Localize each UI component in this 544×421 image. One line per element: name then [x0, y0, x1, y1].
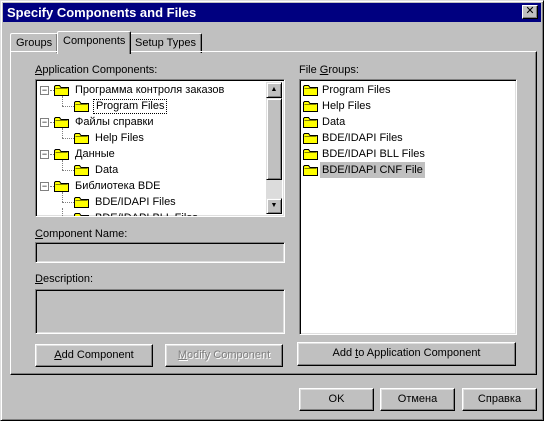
- tree-item[interactable]: BDE/IDAPI Files: [36, 192, 264, 210]
- list-item[interactable]: Program Files: [300, 82, 512, 98]
- list-item[interactable]: BDE/IDAPI Files: [300, 130, 512, 146]
- tree-connector: [62, 138, 74, 139]
- folder-icon: [54, 84, 70, 96]
- components-tree[interactable]: − Программа контроля заказов Program Files…: [35, 79, 285, 217]
- collapse-icon[interactable]: −: [40, 182, 49, 191]
- tree-connector: [62, 106, 74, 107]
- cancel-button[interactable]: Отмена: [380, 388, 455, 411]
- component-name-label: Component Name:: [35, 228, 128, 240]
- folder-icon: [54, 116, 70, 128]
- tree-item[interactable]: Help Files: [36, 128, 264, 146]
- component-name-field[interactable]: [35, 242, 285, 263]
- tab-groups[interactable]: Groups: [10, 33, 59, 53]
- description-label: Description:: [35, 273, 94, 285]
- folder-icon: [74, 100, 90, 112]
- collapse-icon[interactable]: −: [40, 150, 49, 159]
- list-item[interactable]: BDE/IDAPI CNF File: [300, 162, 512, 178]
- folder-icon: [74, 196, 90, 208]
- tab-components-label: Components: [63, 35, 126, 47]
- close-button[interactable]: ✕: [522, 5, 538, 19]
- description-field[interactable]: [35, 289, 285, 334]
- folder-icon: [303, 164, 319, 176]
- tree-item[interactable]: − Данные: [36, 146, 264, 162]
- close-icon: ✕: [525, 5, 535, 17]
- tab-setup-types-label: Setup Types: [135, 37, 196, 49]
- title-bar: Specify Components and Files ✕: [3, 3, 541, 22]
- tree-connector: [62, 160, 63, 170]
- arrow-down-icon[interactable]: ▼: [266, 198, 282, 214]
- folder-icon: [303, 132, 319, 144]
- tree-item-label: Данные: [75, 148, 115, 160]
- list-item[interactable]: Data: [300, 114, 512, 130]
- tree-connector: [62, 170, 74, 171]
- tree-item[interactable]: Program Files: [36, 96, 264, 114]
- tree-item-label: Program Files: [93, 99, 168, 114]
- folder-icon: [303, 116, 319, 128]
- cancel-label: Отмена: [397, 393, 438, 405]
- list-item[interactable]: Help Files: [300, 98, 512, 114]
- ok-button[interactable]: OK: [299, 388, 374, 411]
- tab-groups-label: Groups: [16, 37, 53, 49]
- list-item[interactable]: BDE/IDAPI BLL Files: [300, 146, 512, 162]
- folder-icon: [303, 148, 319, 160]
- window-title: Specify Components and Files: [7, 5, 197, 20]
- folder-icon: [54, 148, 70, 160]
- help-button[interactable]: Справка: [462, 388, 537, 411]
- tab-components[interactable]: Components: [57, 31, 132, 54]
- tree-connector: [62, 208, 63, 216]
- folder-icon: [74, 212, 90, 216]
- tab-setup-types[interactable]: Setup Types: [129, 33, 202, 53]
- tree-item[interactable]: Data: [36, 160, 264, 178]
- modify-component-button[interactable]: Modify Component: [165, 344, 283, 367]
- tree-item[interactable]: − Программа контроля заказов: [36, 82, 264, 98]
- tree-item[interactable]: BDE/IDAPI BLL Files: [36, 208, 264, 216]
- tree-connector: [62, 128, 63, 138]
- tree-connector: [62, 192, 63, 202]
- tree-scrollbar[interactable]: ▲ ▼: [266, 82, 282, 214]
- dialog-window: Specify Components and Files ✕ Groups Co…: [0, 0, 544, 421]
- file-groups-list[interactable]: Program Files Help Files Data BDE/IDAPI Fil…: [299, 79, 517, 335]
- tree-item-label: BDE/IDAPI BLL Files: [93, 210, 200, 216]
- tree-item[interactable]: − Файлы справки: [36, 114, 264, 130]
- arrow-up-icon[interactable]: ▲: [266, 82, 282, 98]
- collapse-icon[interactable]: −: [40, 118, 49, 127]
- list-item-label: Help Files: [322, 100, 371, 112]
- folder-icon: [54, 180, 70, 192]
- folder-icon: [303, 100, 319, 112]
- list-item-label: BDE/IDAPI CNF File: [320, 162, 425, 178]
- help-label: Справка: [477, 393, 522, 405]
- app-components-label: Application Components:: [35, 64, 158, 76]
- add-component-button[interactable]: Add Component: [35, 344, 153, 367]
- folder-icon: [303, 84, 319, 96]
- folder-icon: [74, 132, 90, 144]
- tree-item-label: BDE/IDAPI Files: [95, 196, 176, 208]
- tree-connector: [62, 96, 63, 106]
- list-item-label: BDE/IDAPI Files: [322, 132, 403, 144]
- tree-scroll-thumb[interactable]: [266, 98, 282, 180]
- tree-item-label: Программа контроля заказов: [75, 84, 225, 96]
- collapse-icon[interactable]: −: [40, 86, 49, 95]
- tree-connector: [62, 202, 74, 203]
- ok-label: OK: [328, 393, 345, 405]
- tree-item-label: Файлы справки: [75, 116, 154, 128]
- list-item-label: Program Files: [322, 84, 391, 96]
- list-item-label: Data: [322, 116, 346, 128]
- tree-item[interactable]: − Библиотека BDE: [36, 178, 264, 194]
- folder-icon: [74, 164, 90, 176]
- add-to-application-component-button[interactable]: Add to Application Component: [297, 342, 516, 366]
- tree-item-label: Data: [95, 164, 119, 176]
- list-item-label: BDE/IDAPI BLL Files: [322, 148, 425, 160]
- file-groups-label: File Groups:: [299, 64, 359, 76]
- tree-item-label: Help Files: [95, 132, 144, 144]
- tree-item-label: Библиотека BDE: [75, 180, 161, 192]
